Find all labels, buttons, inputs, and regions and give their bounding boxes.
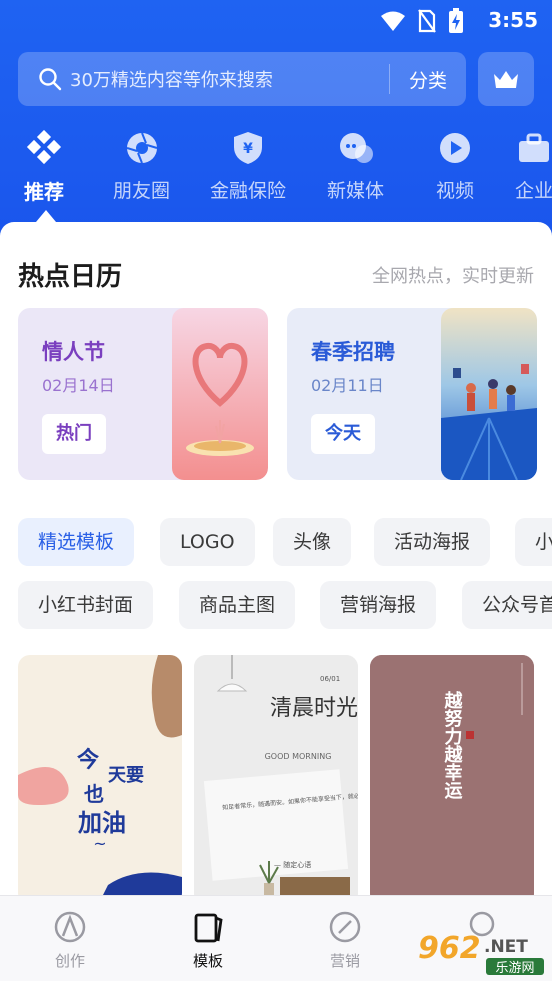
chip-event-poster[interactable]: 活动海报 bbox=[374, 518, 491, 566]
calendar-card-spring-recruit[interactable]: 春季招聘 02月11日 今天 bbox=[287, 308, 537, 480]
tab-label: 视频 bbox=[435, 180, 474, 202]
tab-recommend[interactable]: 推荐 bbox=[24, 128, 64, 205]
create-icon bbox=[54, 911, 86, 943]
svg-text:.NET: .NET bbox=[484, 937, 528, 957]
morning-subtitle: GOOD MORNING bbox=[265, 752, 332, 761]
tab-video[interactable]: 视频 bbox=[435, 128, 475, 203]
vip-button[interactable] bbox=[478, 52, 534, 106]
event-name: 春季招聘 bbox=[311, 340, 395, 364]
chip-logo[interactable]: LOGO bbox=[160, 518, 255, 566]
chip-product-image[interactable]: 商品主图 bbox=[179, 581, 296, 629]
chip-xiaohongshu-cover[interactable]: 小红书封面 bbox=[18, 581, 154, 629]
nav-marketing[interactable]: 营销 bbox=[305, 910, 385, 971]
tab-label: 金融保险 bbox=[210, 180, 287, 202]
diamond-grid-icon bbox=[26, 130, 62, 165]
valentines-image bbox=[172, 308, 268, 480]
tab-label: 推荐 bbox=[24, 180, 64, 204]
template-icon bbox=[194, 913, 223, 943]
tab-new-media[interactable]: 新媒体 bbox=[327, 128, 384, 203]
cheer-text-3: 也 bbox=[84, 782, 104, 806]
shield-yen-icon: ¥ bbox=[234, 132, 262, 164]
section-title: 热点日历 bbox=[18, 262, 123, 292]
tab-label: 朋友圈 bbox=[113, 180, 171, 202]
category-button[interactable]: 分类 bbox=[390, 66, 466, 93]
nav-label: 模板 bbox=[192, 952, 223, 970]
template-cheer-art: 今 天要 也 加油 ~ bbox=[18, 655, 182, 902]
event-date: 02月11日 bbox=[311, 376, 384, 395]
morning-date: 06/01 bbox=[320, 675, 340, 683]
cheer-text-1: 今 bbox=[77, 747, 99, 773]
chip-avatar[interactable]: 头像 bbox=[273, 518, 352, 566]
crown-icon bbox=[494, 71, 518, 88]
tab-label: 新媒体 bbox=[327, 180, 385, 202]
category-tabs: 推荐 朋友圈 ¥ 金融保险 新媒体 视频 企业 bbox=[0, 128, 552, 218]
template-card-cheer[interactable]: 今 天要 也 加油 ~ bbox=[18, 655, 182, 902]
event-tag: 今天 bbox=[311, 414, 375, 454]
event-date: 02月14日 bbox=[42, 376, 115, 395]
svg-text:962: 962 bbox=[418, 931, 481, 966]
lucky-text: 越努力越幸运 bbox=[442, 690, 464, 800]
cheer-text-4: 加油 bbox=[78, 809, 126, 837]
morning-sign: — 随定心语 bbox=[274, 860, 311, 869]
svg-text:¥: ¥ bbox=[243, 141, 253, 157]
wifi-icon bbox=[381, 11, 405, 31]
play-circle-icon bbox=[440, 133, 470, 163]
status-bar: 3:55 bbox=[0, 0, 552, 42]
template-card-lucky[interactable]: 越努力越幸运 bbox=[370, 655, 534, 902]
chip-wechat-cover[interactable]: 公众号首 bbox=[462, 581, 552, 629]
search-icon bbox=[39, 68, 62, 91]
briefcase-icon bbox=[519, 133, 549, 162]
search-bar[interactable]: 30万精选内容等你来搜索 分类 bbox=[18, 52, 466, 106]
nav-label: 创作 bbox=[54, 952, 85, 970]
aperture-icon bbox=[126, 132, 157, 164]
event-tag: 热门 bbox=[42, 414, 106, 454]
tab-label: 企业 bbox=[514, 180, 552, 202]
calendar-card-valentines[interactable]: 情人节 02月14日 热门 bbox=[18, 308, 268, 480]
cheer-text-2: 天要 bbox=[108, 765, 144, 786]
chip-featured[interactable]: 精选模板 bbox=[18, 518, 135, 566]
chip-marketing-poster[interactable]: 营销海报 bbox=[320, 581, 437, 629]
nav-label: 营销 bbox=[329, 952, 360, 970]
recruit-image bbox=[441, 308, 537, 480]
event-name: 情人节 bbox=[42, 340, 105, 364]
nav-templates[interactable]: 模板 bbox=[168, 910, 248, 971]
site-watermark: 962 .NET 乐游网 bbox=[418, 931, 544, 976]
template-morning-art: 06/01 清晨时光 GOOD MORNING 知足者常乐，随遇而安。如果你不能… bbox=[194, 655, 358, 902]
template-card-morning[interactable]: 06/01 清晨时光 GOOD MORNING 知足者常乐，随遇而安。如果你不能… bbox=[194, 655, 358, 902]
no-sim-icon bbox=[418, 9, 436, 33]
section-subtitle[interactable]: 全网热点，实时更新 bbox=[372, 262, 534, 288]
tab-moments[interactable]: 朋友圈 bbox=[113, 128, 170, 203]
cheer-text-5: ~ bbox=[93, 834, 106, 853]
battery-charging-icon bbox=[449, 8, 463, 33]
search-placeholder[interactable]: 30万精选内容等你来搜索 bbox=[70, 66, 389, 92]
morning-title: 清晨时光 bbox=[270, 696, 358, 721]
svg-text:乐游网: 乐游网 bbox=[495, 961, 534, 976]
active-tab-indicator bbox=[36, 210, 56, 222]
clock: 3:55 bbox=[488, 8, 538, 32]
tab-finance[interactable]: ¥ 金融保险 bbox=[210, 128, 286, 203]
chat-bubbles-icon bbox=[339, 133, 373, 163]
nav-create[interactable]: 创作 bbox=[30, 910, 110, 971]
tab-enterprise[interactable]: 企业 bbox=[514, 128, 552, 203]
chip-more-row1[interactable]: 小 bbox=[515, 518, 552, 566]
template-lucky-art: 越努力越幸运 bbox=[370, 655, 534, 902]
content-sheet: 热点日历 全网热点，实时更新 情人节 02月14日 热门 春季招聘 02月11日… bbox=[0, 222, 552, 902]
compass-icon bbox=[329, 911, 361, 943]
